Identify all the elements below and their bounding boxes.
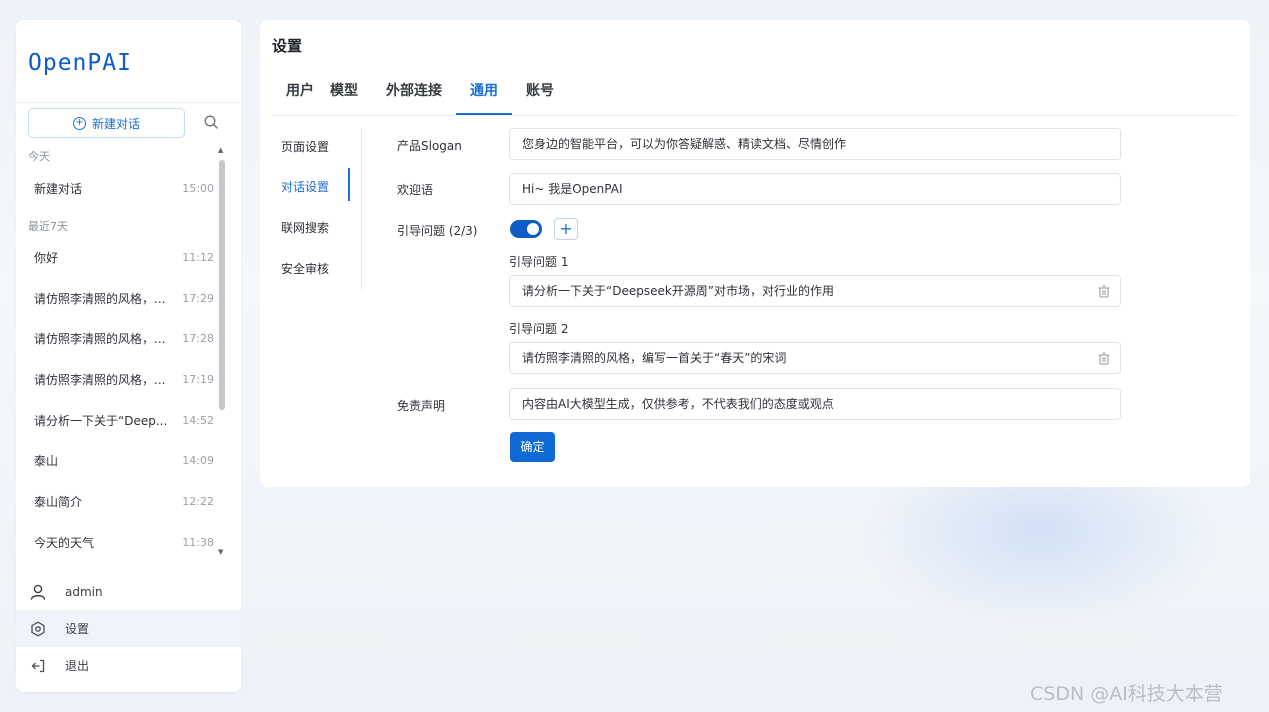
watermark: CSDN @AI科技大本营 — [1030, 683, 1223, 705]
scrollbar-thumb[interactable] — [219, 160, 225, 410]
slogan-label: 产品Slogan — [397, 139, 462, 153]
group-label-recent: 最近7天 — [28, 220, 68, 233]
chat-item[interactable]: 请仿照李清照的风格，... 17:19 — [28, 359, 214, 399]
sidebar-item-admin[interactable]: admin — [16, 573, 241, 610]
scroll-down-arrow-icon[interactable]: ▼ — [218, 548, 223, 556]
chat-time: 17:29 — [182, 291, 214, 305]
sidebar-item-label: admin — [65, 584, 103, 599]
sidebar: OpenPAI + 新建对话 今天 新建对话 15:00 最近7天 你好 11:… — [16, 20, 241, 692]
new-chat-button[interactable]: + 新建对话 — [28, 108, 185, 138]
welcome-value: Hi~ 我是OpenPAI — [522, 182, 623, 196]
chat-item[interactable]: 泰山简介 12:22 — [28, 481, 214, 521]
settings-panel: 设置 用户 模型 外部连接 通用 账号 页面设置 对话设置 联网搜索 安全审核 … — [260, 20, 1250, 487]
chat-title: 今天的天气 — [34, 535, 95, 550]
sidebar-item-label: 设置 — [65, 622, 90, 636]
guide-question-2-label: 引导问题 2 — [509, 322, 569, 336]
settings-subnav: 页面设置 对话设置 联网搜索 安全审核 — [272, 128, 362, 290]
sidebar-item-logout[interactable]: 退出 — [16, 647, 241, 684]
divider — [16, 102, 241, 103]
logout-icon — [29, 657, 47, 675]
chat-item[interactable]: 请仿照李清照的风格，... 17:28 — [28, 318, 214, 358]
user-icon — [29, 583, 47, 601]
chat-time: 11:38 — [182, 535, 214, 549]
chat-time: 17:19 — [182, 372, 214, 386]
tab-bar: 用户 模型 外部连接 通用 账号 — [272, 76, 568, 115]
chat-time: 17:28 — [182, 331, 214, 345]
guide-question-1-label: 引导问题 1 — [509, 255, 569, 269]
sidebar-item-settings[interactable]: 设置 — [16, 610, 241, 647]
subnav-active-indicator — [348, 168, 350, 201]
search-icon[interactable] — [203, 114, 219, 130]
disclaimer-input[interactable]: 内容由AI大模型生成，仅供参考，不代表我们的态度或观点 — [509, 388, 1121, 420]
sidebar-item-label: 退出 — [65, 659, 90, 673]
subnav-page-settings[interactable]: 页面设置 — [281, 138, 329, 158]
tab-account[interactable]: 账号 — [512, 76, 568, 115]
chat-title: 泰山 — [34, 453, 59, 468]
chat-title: 请仿照李清照的风格，... — [34, 331, 166, 346]
chat-item[interactable]: 今天的天气 11:38 — [28, 522, 214, 558]
guide-question-1-input[interactable]: 请分析一下关于“Deepseek开源周”对市场，对行业的作用 — [509, 275, 1121, 307]
chat-time: 12:22 — [182, 494, 214, 508]
chat-item[interactable]: 泰山 14:09 — [28, 440, 214, 480]
chat-time: 11:12 — [182, 250, 214, 264]
group-label-today: 今天 — [28, 150, 50, 163]
chat-item[interactable]: 请分析一下关于“Deep... 14:52 — [28, 400, 214, 440]
tab-models[interactable]: 模型 — [328, 76, 372, 115]
slogan-input[interactable]: 您身边的智能平台，可以为你答疑解惑、精读文档、尽情创作 — [509, 128, 1121, 160]
guide-question-2-input[interactable]: 请仿照李清照的风格，编写一首关于“春天”的宋词 — [509, 342, 1121, 374]
scroll-up-arrow-icon[interactable]: ▲ — [218, 146, 223, 154]
toggle-knob — [527, 223, 539, 235]
chat-title: 你好 — [34, 250, 59, 265]
logo: OpenPAI — [28, 50, 132, 76]
guide-question-2-value: 请仿照李清照的风格，编写一首关于“春天”的宋词 — [522, 351, 787, 365]
chat-time: 14:52 — [182, 413, 214, 427]
welcome-input[interactable]: Hi~ 我是OpenPAI — [509, 173, 1121, 205]
chat-item[interactable]: 请仿照李清照的风格，... 17:29 — [28, 278, 214, 318]
disclaimer-label: 免责声明 — [397, 399, 446, 413]
chat-title: 新建对话 — [34, 181, 83, 196]
chat-time: 15:00 — [182, 181, 214, 195]
chat-item[interactable]: 你好 11:12 — [28, 237, 214, 277]
disclaimer-value: 内容由AI大模型生成，仅供参考，不代表我们的态度或观点 — [522, 397, 834, 411]
tab-users[interactable]: 用户 — [272, 76, 328, 115]
tab-general[interactable]: 通用 — [456, 76, 512, 115]
chat-title: 请仿照李清照的风格，... — [34, 291, 166, 306]
guide-questions-toggle[interactable] — [510, 220, 542, 238]
welcome-label: 欢迎语 — [397, 183, 434, 197]
chat-history-list[interactable]: 今天 新建对话 15:00 最近7天 你好 11:12 请仿照李清照的风格，..… — [16, 148, 241, 558]
subnav-web-search[interactable]: 联网搜索 — [281, 219, 329, 239]
plus-circle-icon: + — [72, 116, 86, 130]
page-title: 设置 — [272, 37, 303, 55]
new-chat-label: 新建对话 — [91, 116, 140, 131]
trash-icon[interactable] — [1098, 285, 1110, 298]
chat-item[interactable]: 新建对话 15:00 — [28, 168, 214, 208]
chat-title: 泰山简介 — [34, 494, 83, 509]
guide-question-1-value: 请分析一下关于“Deepseek开源周”对市场，对行业的作用 — [522, 284, 835, 298]
slogan-value: 您身边的智能平台，可以为你答疑解惑、精读文档、尽情创作 — [522, 137, 847, 151]
add-guide-question-button[interactable]: + — [554, 218, 578, 240]
subnav-chat-settings[interactable]: 对话设置 — [281, 178, 329, 198]
subnav-security-review[interactable]: 安全审核 — [281, 260, 329, 280]
chat-title: 请仿照李清照的风格，... — [34, 372, 166, 387]
guide-questions-label: 引导问题 (2/3) — [397, 224, 478, 238]
chat-time: 14:09 — [182, 453, 214, 467]
chat-title: 请分析一下关于“Deep... — [34, 413, 168, 428]
settings-icon — [29, 620, 47, 638]
confirm-button[interactable]: 确定 — [510, 432, 555, 462]
trash-icon[interactable] — [1098, 352, 1110, 365]
tab-external-connections[interactable]: 外部连接 — [372, 76, 456, 115]
tabs-divider — [272, 115, 1238, 116]
